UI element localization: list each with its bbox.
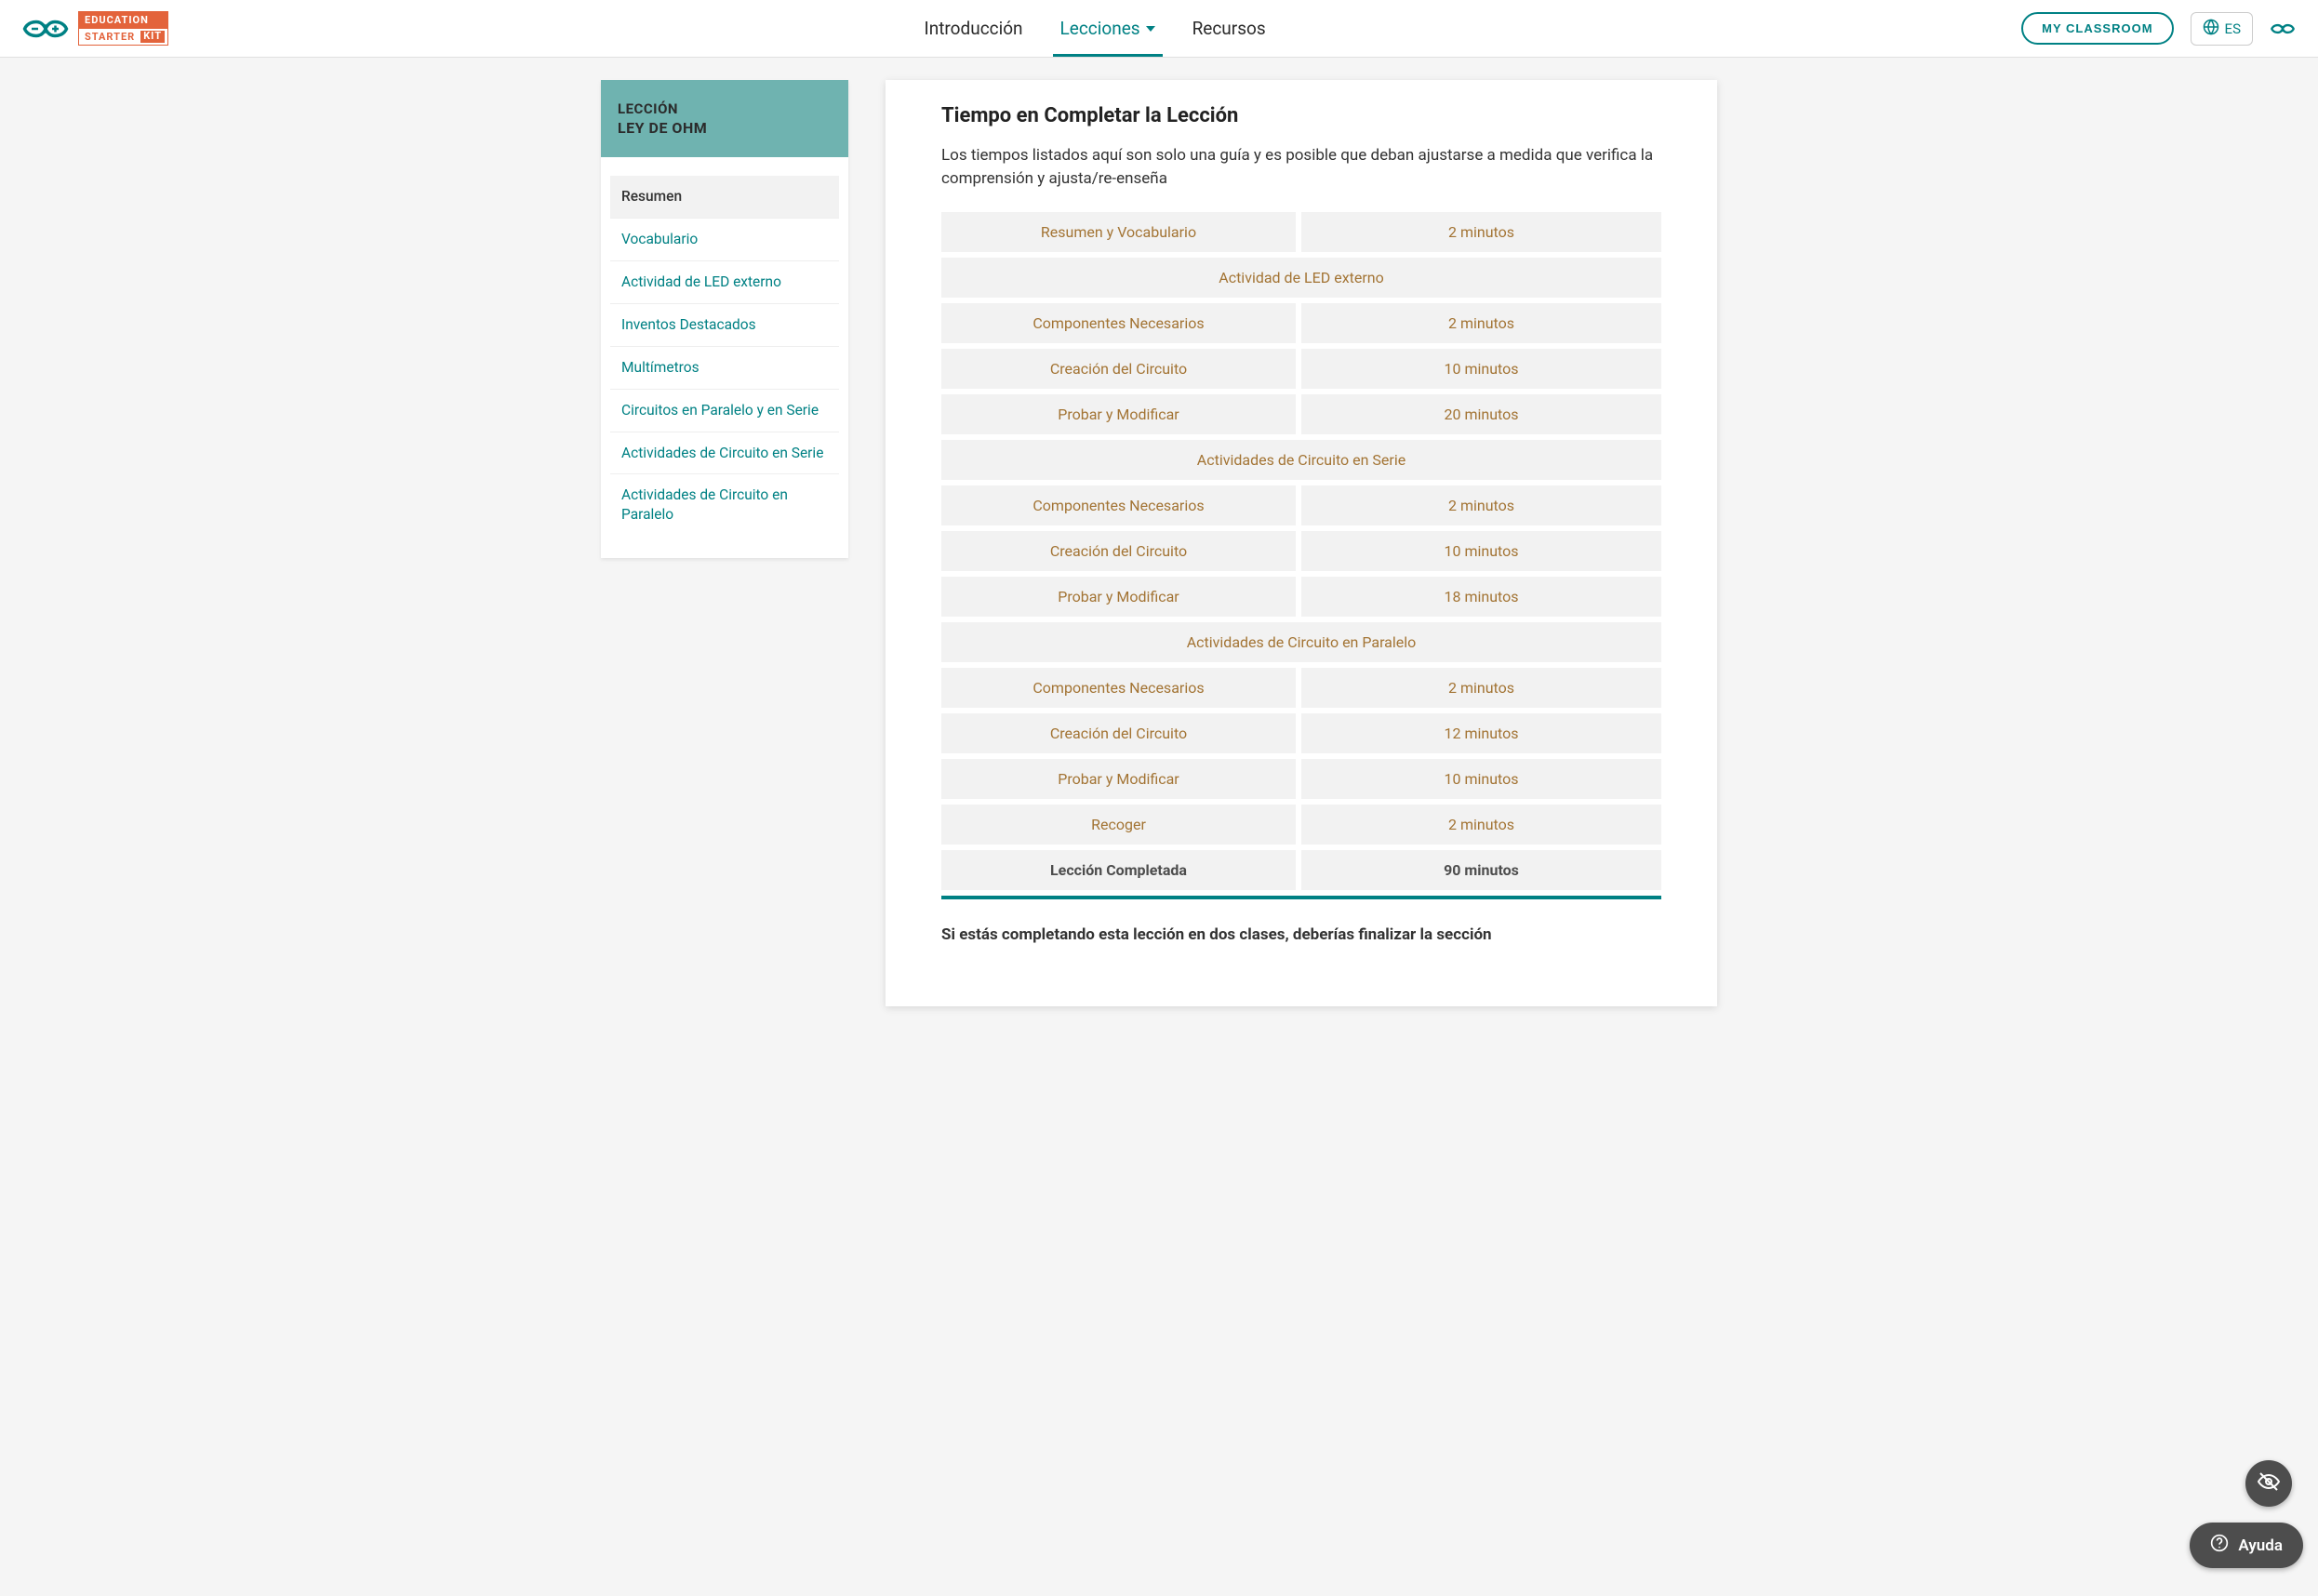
table-section-label: Actividad de LED externo	[941, 258, 1661, 303]
language-selector[interactable]: ES	[2191, 12, 2253, 46]
sidebar-item[interactable]: Actividad de LED externo	[610, 261, 839, 304]
table-cell-label: Lección Completada	[941, 850, 1301, 896]
edu-badge-kit: KIT	[140, 31, 165, 43]
table-row: Creación del Circuito10 minutos	[941, 531, 1661, 577]
table-cell-label: Probar y Modificar	[941, 394, 1301, 440]
table-cell-label: Componentes Necesarios	[941, 303, 1301, 349]
nav-resources[interactable]: Recursos	[1192, 0, 1266, 57]
table-cell-label: Recoger	[941, 805, 1301, 850]
table-row: Componentes Necesarios2 minutos	[941, 485, 1661, 531]
table-cell-label: Resumen y Vocabulario	[941, 212, 1301, 258]
table-cell-label: Probar y Modificar	[941, 577, 1301, 622]
sidebar-item[interactable]: Actividades de Circuito en Serie	[610, 432, 839, 475]
content-bottom-note: Si estás completando esta lección en dos…	[941, 924, 1661, 947]
table-cell-time: 18 minutos	[1301, 577, 1661, 622]
table-cell-time: 10 minutos	[1301, 759, 1661, 805]
education-badge: EDUCATION STARTER KIT	[78, 11, 168, 46]
table-row: Probar y Modificar20 minutos	[941, 394, 1661, 440]
eye-off-icon	[2258, 1470, 2280, 1496]
table-row: Actividades de Circuito en Serie	[941, 440, 1661, 485]
table-cell-time: 2 minutos	[1301, 805, 1661, 850]
sidebar-list: ResumenVocabularioActividad de LED exter…	[601, 157, 848, 558]
content-intro: Los tiempos listados aquí son solo una g…	[941, 144, 1661, 190]
sidebar-item[interactable]: Inventos Destacados	[610, 304, 839, 347]
sidebar-title: LEY DE OHM	[618, 119, 832, 137]
table-row: Resumen y Vocabulario2 minutos	[941, 212, 1661, 258]
time-table: Resumen y Vocabulario2 minutosActividad …	[941, 212, 1661, 899]
table-cell-label: Componentes Necesarios	[941, 668, 1301, 713]
sidebar-item[interactable]: Multímetros	[610, 347, 839, 390]
content: Tiempo en Completar la Lección Los tiemp…	[886, 80, 1717, 1006]
table-row: Lección Completada90 minutos	[941, 850, 1661, 896]
content-heading: Tiempo en Completar la Lección	[941, 104, 1661, 127]
sidebar-item[interactable]: Actividades de Circuito en Paralelo	[610, 474, 839, 536]
sidebar-header: LECCIÓN LEY DE OHM	[601, 80, 848, 157]
language-label: ES	[2225, 20, 2241, 37]
table-row: Probar y Modificar10 minutos	[941, 759, 1661, 805]
table-row: Actividades de Circuito en Paralelo	[941, 622, 1661, 668]
main-nav: Introducción Lecciones Recursos	[925, 0, 1266, 57]
table-row: Componentes Necesarios2 minutos	[941, 303, 1661, 349]
nav-resources-label: Recursos	[1192, 18, 1266, 39]
table-cell-time: 2 minutos	[1301, 303, 1661, 349]
table-cell-time: 12 minutos	[1301, 713, 1661, 759]
right-controls: MY CLASSROOM ES	[2021, 12, 2296, 46]
table-section-label: Actividades de Circuito en Paralelo	[941, 622, 1661, 668]
table-cell-time: 2 minutos	[1301, 668, 1661, 713]
chevron-down-icon	[1146, 26, 1155, 32]
table-cell-time: 10 minutos	[1301, 349, 1661, 394]
table-cell-time: 20 minutos	[1301, 394, 1661, 440]
table-cell-time: 2 minutos	[1301, 212, 1661, 258]
nav-lessons[interactable]: Lecciones	[1060, 0, 1155, 57]
table-cell-label: Probar y Modificar	[941, 759, 1301, 805]
edu-badge-starter: STARTER	[85, 32, 135, 42]
table-row: Actividad de LED externo	[941, 258, 1661, 303]
table-row: Componentes Necesarios2 minutos	[941, 668, 1661, 713]
table-cell-label: Creación del Circuito	[941, 531, 1301, 577]
sidebar-item[interactable]: Resumen	[610, 176, 839, 219]
infinity-icon[interactable]	[2270, 20, 2296, 37]
table-row: Creación del Circuito10 minutos	[941, 349, 1661, 394]
logo-group[interactable]: EDUCATION STARTER KIT	[22, 11, 168, 46]
table-cell-label: Creación del Circuito	[941, 349, 1301, 394]
sidebar-item[interactable]: Vocabulario	[610, 219, 839, 261]
table-row: Recoger2 minutos	[941, 805, 1661, 850]
topbar: EDUCATION STARTER KIT Introducción Lecci…	[0, 0, 2318, 58]
table-row: Probar y Modificar18 minutos	[941, 577, 1661, 622]
globe-icon	[2203, 19, 2219, 39]
edu-badge-top: EDUCATION	[78, 11, 168, 29]
table-cell-time: 2 minutos	[1301, 485, 1661, 531]
table-row: Creación del Circuito12 minutos	[941, 713, 1661, 759]
nav-intro[interactable]: Introducción	[925, 0, 1023, 57]
my-classroom-button[interactable]: MY CLASSROOM	[2021, 12, 2173, 45]
sidebar-item[interactable]: Circuitos en Paralelo y en Serie	[610, 390, 839, 432]
visibility-toggle-button[interactable]	[2245, 1460, 2292, 1507]
table-cell-label: Componentes Necesarios	[941, 485, 1301, 531]
table-cell-label: Creación del Circuito	[941, 713, 1301, 759]
nav-lessons-label: Lecciones	[1060, 18, 1140, 39]
table-cell-time: 90 minutos	[1301, 850, 1661, 896]
help-button[interactable]: Ayuda	[2190, 1523, 2303, 1568]
page-body: LECCIÓN LEY DE OHM ResumenVocabularioAct…	[573, 58, 1745, 1062]
help-label: Ayuda	[2238, 1536, 2283, 1555]
help-icon	[2210, 1534, 2229, 1557]
sidebar-label: LECCIÓN	[618, 100, 832, 117]
arduino-logo-icon	[22, 15, 69, 43]
table-cell-time: 10 minutos	[1301, 531, 1661, 577]
sidebar: LECCIÓN LEY DE OHM ResumenVocabularioAct…	[601, 80, 848, 558]
table-section-label: Actividades de Circuito en Serie	[941, 440, 1661, 485]
nav-intro-label: Introducción	[925, 18, 1023, 39]
